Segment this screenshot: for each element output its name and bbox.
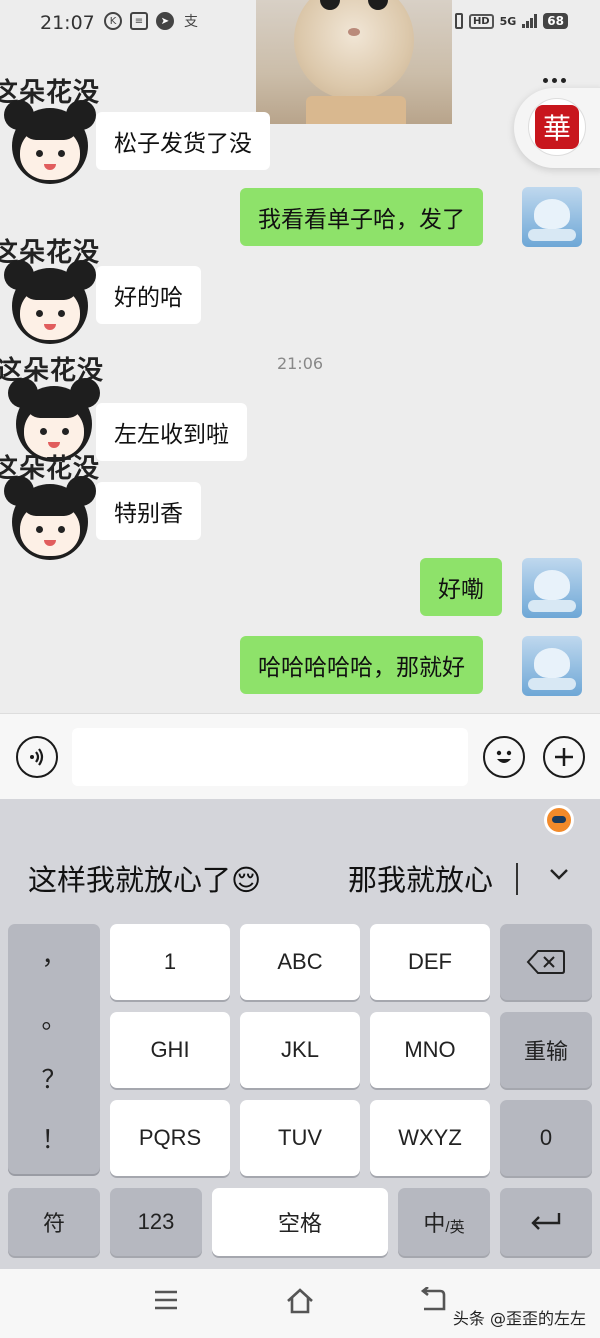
lang-sub-label: /英 xyxy=(445,1218,465,1236)
enter-key[interactable] xyxy=(500,1188,592,1256)
alipay-icon: 支 xyxy=(184,14,198,30)
candidate-word[interactable]: 这样我就放心了😌 xyxy=(28,857,261,899)
enter-icon xyxy=(531,1213,561,1230)
ime-mascot-icon[interactable] xyxy=(544,805,574,835)
back-icon[interactable] xyxy=(418,1287,448,1313)
self-avatar[interactable] xyxy=(522,636,582,696)
key-jkl[interactable]: JKL xyxy=(240,1012,360,1088)
key-abc[interactable]: ABC xyxy=(240,924,360,1000)
message-bubble-outgoing[interactable]: 哈哈哈哈哈，那就好 xyxy=(240,636,483,694)
ime-keyboard: 这样我就放心了😌 那我就放心 ， 。 ？ ！ 1 ABC DEF GHI JKL… xyxy=(0,799,600,1269)
key-tuv[interactable]: TUV xyxy=(240,1100,360,1176)
backspace-key[interactable] xyxy=(500,924,592,1000)
message-bubble-outgoing[interactable]: 我看看单子哈，发了 xyxy=(240,188,483,246)
candidate-word[interactable]: 那我就放心 xyxy=(348,857,493,899)
hd-badge: HD xyxy=(468,13,494,29)
candidate-caret xyxy=(516,863,518,895)
watermark-text: 头条 @歪歪的左左 xyxy=(452,1309,586,1328)
backspace-icon xyxy=(526,950,565,974)
message-bubble-incoming[interactable]: 好的哈 xyxy=(96,266,201,324)
sim-card-icon: ≡ xyxy=(130,12,148,30)
signal-icon xyxy=(522,14,538,28)
notification-icons: K ≡ ➤ 支 xyxy=(104,12,200,30)
message-input-bar xyxy=(0,713,600,799)
emoji-button[interactable] xyxy=(483,736,525,778)
key-pqrs[interactable]: PQRS xyxy=(110,1100,230,1176)
lang-main-label: 中 xyxy=(423,1211,446,1236)
clock: 21:07 xyxy=(40,12,95,34)
key-mno[interactable]: MNO xyxy=(370,1012,490,1088)
candidate-bar: 这样我就放心了😌 那我就放心 xyxy=(0,845,600,911)
home-icon[interactable] xyxy=(284,1287,316,1315)
punct-key[interactable]: 。 xyxy=(8,1000,100,1036)
system-indicators: HD 5G 68 xyxy=(454,13,568,29)
key-1[interactable]: 1 xyxy=(110,924,230,1000)
network-label: 5G xyxy=(499,14,517,28)
message-bubble-incoming[interactable]: 左左收到啦 xyxy=(96,403,247,461)
battery-level: 68 xyxy=(543,13,568,29)
message-bubble-outgoing[interactable]: 好嘞 xyxy=(420,558,502,616)
compass-icon: ➤ xyxy=(156,12,174,30)
key-wxyz[interactable]: WXYZ xyxy=(370,1100,490,1176)
message-bubble-incoming[interactable]: 特别香 xyxy=(96,482,201,540)
message-bubble-incoming[interactable]: 松子发货了没 xyxy=(96,112,270,170)
punct-key[interactable]: ！ xyxy=(8,1120,100,1156)
punct-key[interactable]: ， xyxy=(8,936,100,972)
symbols-key[interactable]: 符 xyxy=(8,1188,100,1256)
chevron-down-icon[interactable] xyxy=(548,863,570,885)
message-input[interactable] xyxy=(72,728,468,786)
contact-avatar[interactable]: 这朵花没 xyxy=(0,238,100,348)
more-functions-button[interactable] xyxy=(543,736,585,778)
self-avatar[interactable] xyxy=(522,558,582,618)
contact-avatar[interactable]: 这朵花没 xyxy=(0,454,100,564)
menu-icon[interactable] xyxy=(152,1287,180,1313)
smiley-icon xyxy=(496,750,512,763)
plus-icon xyxy=(555,748,573,766)
numbers-key[interactable]: 123 xyxy=(110,1188,202,1256)
key-def[interactable]: DEF xyxy=(370,924,490,1000)
voice-input-button[interactable] xyxy=(16,736,58,778)
punct-key[interactable]: ？ xyxy=(8,1060,100,1096)
key-ghi[interactable]: GHI xyxy=(110,1012,230,1088)
language-switch-key[interactable]: 中/英 xyxy=(398,1188,490,1256)
reinput-key[interactable]: 重输 xyxy=(500,1012,592,1088)
contact-avatar[interactable]: 这朵花没 xyxy=(0,78,100,188)
voice-icon xyxy=(30,748,44,766)
space-key[interactable]: 空格 xyxy=(212,1188,388,1256)
system-navigation-bar: 头条 @歪歪的左左 xyxy=(0,1269,600,1338)
punctuation-column[interactable]: ， 。 ？ ！ xyxy=(8,924,100,1174)
self-avatar[interactable] xyxy=(522,187,582,247)
k-circle-icon: K xyxy=(104,12,122,30)
vibrate-icon xyxy=(454,13,463,29)
chat-messages[interactable]: 这朵花没 松子发货了没 我看看单子哈，发了 这朵花没 好的哈 21:06 这朵花… xyxy=(0,50,600,713)
key-0[interactable]: 0 xyxy=(500,1100,592,1176)
